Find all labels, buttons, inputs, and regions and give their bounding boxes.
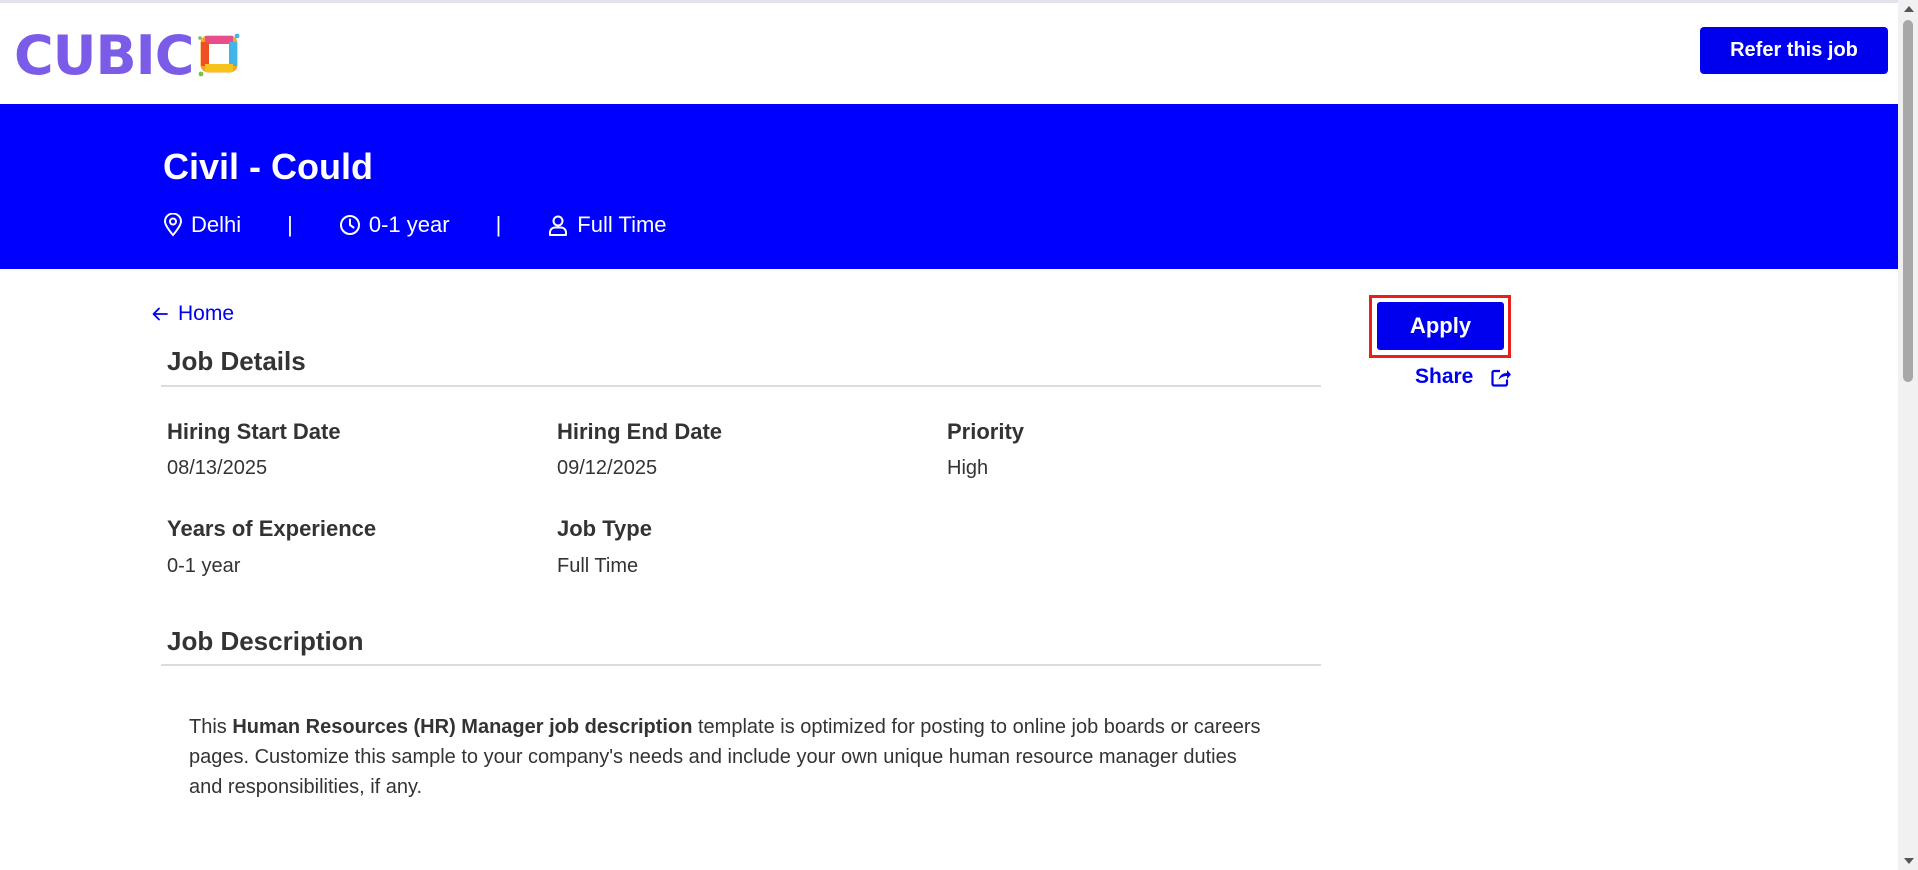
page-scrollbar[interactable] <box>1898 0 1918 870</box>
job-description-heading: Job Description <box>167 626 364 656</box>
field-label-hiring-start: Hiring Start Date <box>167 419 341 444</box>
refer-job-button[interactable]: Refer this job <box>1700 27 1888 74</box>
company-logo[interactable]: CUBIC <box>14 23 241 87</box>
logo-text: CUBIC <box>14 23 194 87</box>
divider <box>161 385 1321 387</box>
scroll-thumb[interactable] <box>1903 20 1913 382</box>
share-link[interactable]: Share <box>1415 365 1512 389</box>
job-location: Delhi <box>163 212 241 238</box>
share-icon <box>1491 369 1512 387</box>
job-details-heading: Job Details <box>167 346 306 376</box>
experience-text: 0-1 year <box>368 212 450 237</box>
field-label-priority: Priority <box>947 419 1025 444</box>
location-text: Delhi <box>191 212 242 237</box>
description-bold: Human Resources (HR) Manager job descrip… <box>232 716 693 738</box>
location-pin-icon <box>163 213 183 237</box>
description-prefix: This <box>189 716 233 738</box>
scroll-up-arrow-icon[interactable] <box>1904 6 1914 12</box>
meta-separator: | <box>287 212 293 237</box>
field-value-hiring-end: 09/12/2025 <box>557 457 658 479</box>
arrow-left-icon <box>152 307 168 321</box>
user-icon <box>549 215 568 236</box>
back-home-link[interactable]: Home <box>152 302 234 326</box>
field-value-experience: 0-1 year <box>167 555 241 577</box>
logo-mark-icon <box>198 33 240 77</box>
job-banner: Civil - Could Delhi | 0-1 year | Full Ti… <box>0 104 1898 269</box>
job-meta: Delhi | 0-1 year | Full Time <box>163 212 667 238</box>
field-label-job-type: Job Type <box>557 516 652 541</box>
clock-icon <box>339 215 360 235</box>
meta-separator: | <box>495 212 502 237</box>
job-type-text: Full Time <box>577 212 667 237</box>
field-value-hiring-start: 08/13/2025 <box>167 457 268 479</box>
field-value-priority: High <box>947 457 989 479</box>
divider <box>161 664 1321 666</box>
field-label-hiring-end: Hiring End Date <box>557 419 723 444</box>
job-experience: 0-1 year <box>339 212 450 238</box>
field-label-experience: Years of Experience <box>167 516 377 541</box>
job-description-text: This Human Resources (HR) Manager job de… <box>189 712 1269 802</box>
field-value-job-type: Full Time <box>557 555 639 577</box>
apply-button[interactable]: Apply <box>1377 302 1504 350</box>
share-label: Share <box>1415 365 1474 388</box>
scroll-down-arrow-icon[interactable] <box>1904 858 1914 864</box>
job-type: Full Time <box>547 212 667 238</box>
job-title: Civil - Could <box>163 146 373 187</box>
site-header: CUBIC Refer this job <box>0 3 1898 104</box>
back-home-label: Home <box>178 302 235 325</box>
